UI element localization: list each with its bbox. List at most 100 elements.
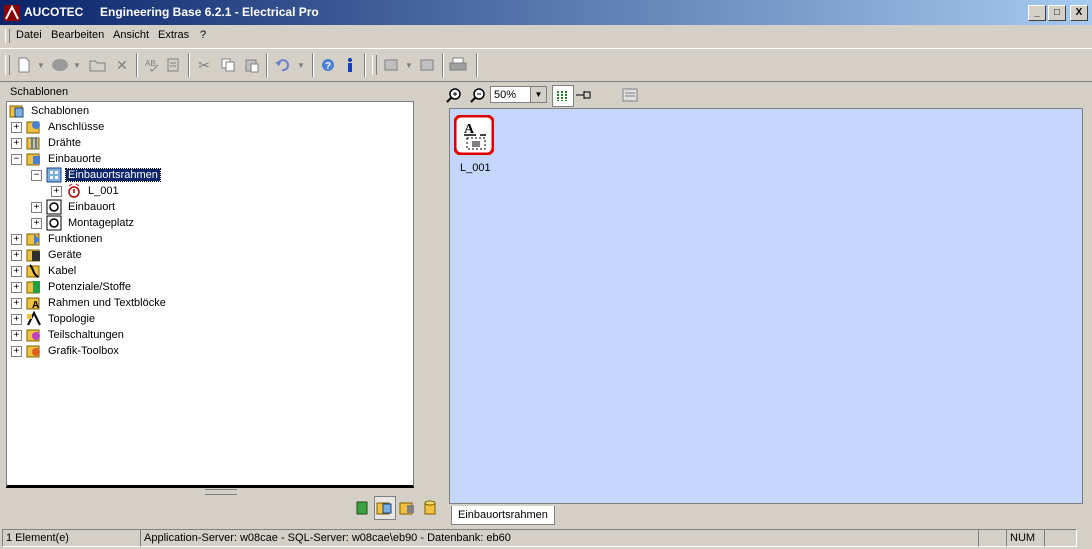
subcircuit-folder-icon (26, 329, 40, 342)
collapse-icon[interactable]: − (11, 153, 22, 165)
tree-item-rahmen[interactable]: + A Rahmen und Textblöcke (11, 295, 168, 311)
menu-extras[interactable]: Extras (158, 29, 189, 41)
toolbar-separator (312, 53, 314, 77)
svg-text:AB: AB (145, 59, 156, 68)
status-num: NUM (1006, 529, 1045, 547)
undo-icon[interactable] (272, 55, 292, 75)
tree-item-teilschaltungen[interactable]: + Teilschaltungen (11, 327, 126, 343)
maximize-button[interactable]: □ (1048, 5, 1066, 21)
tree-item-draehte[interactable]: + Drähte (11, 135, 83, 151)
svg-text:A: A (32, 300, 39, 311)
folder-root-icon (9, 105, 24, 118)
paste-icon[interactable] (242, 55, 262, 75)
tree-label: Montageplatz (68, 217, 135, 229)
tree-label: Geräte (48, 249, 82, 261)
expand-icon[interactable]: + (11, 313, 22, 325)
menu-bearbeiten[interactable]: Bearbeiten (51, 29, 104, 41)
revision-dropdown-arrow-icon[interactable]: ▼ (404, 55, 414, 75)
device-folder-icon (26, 249, 40, 262)
pane-splitter[interactable] (205, 489, 237, 495)
tree-item-anschluesse[interactable]: + Anschlüsse (11, 119, 106, 135)
tree-item-topologie[interactable]: + Topologie (11, 311, 97, 327)
menu-ansicht[interactable]: Ansicht (113, 29, 149, 41)
tree-item-einbauortsrahmen[interactable]: − Einbauortsrahmen (31, 167, 161, 183)
tree-item-funktionen[interactable]: + Funktionen (11, 231, 104, 247)
display-options-icon[interactable] (620, 85, 640, 105)
expand-icon[interactable]: + (11, 345, 22, 357)
zoom-value: 50% (494, 89, 517, 101)
expand-icon[interactable]: + (31, 201, 42, 213)
minimize-button[interactable]: _ (1028, 5, 1046, 21)
zoom-select[interactable]: 50% ▼ (490, 86, 547, 103)
folder-open-icon[interactable] (88, 55, 108, 75)
tree-item-kabel[interactable]: + Kabel (11, 263, 78, 279)
undo-dropdown-arrow-icon[interactable]: ▼ (296, 55, 306, 75)
expand-icon[interactable]: + (11, 329, 22, 341)
collapse-icon[interactable]: − (31, 169, 42, 181)
database-icon[interactable] (420, 497, 440, 519)
expand-icon[interactable]: + (51, 185, 62, 197)
delete-icon[interactable]: ✕ (112, 55, 132, 75)
new-dropdown-arrow-icon[interactable]: ▼ (36, 55, 46, 75)
tree-item-geraete[interactable]: + Geräte (11, 247, 84, 263)
grid-view-icon[interactable] (552, 85, 574, 107)
left-pane-header: Schablonen (10, 86, 69, 98)
menubar-grip[interactable] (5, 29, 10, 43)
print-icon[interactable] (448, 55, 468, 75)
tab-einbauortsrahmen[interactable]: Einbauortsrahmen (451, 506, 555, 525)
menu-help[interactable]: ? (200, 29, 206, 41)
tree-item-grafik-toolbox[interactable]: + Grafik-Toolbox (11, 343, 121, 359)
template-folder-icon[interactable] (374, 496, 396, 520)
dropdown-arrow-icon[interactable]: ▼ (530, 87, 546, 102)
tree-label: Teilschaltungen (48, 329, 124, 341)
title-bar: AUCOTEC Engineering Base 6.2.1 - Electri… (0, 0, 1092, 25)
project-folder-icon[interactable] (398, 497, 418, 519)
open-dropdown-arrow-icon[interactable]: ▼ (72, 55, 82, 75)
view-switcher (352, 494, 440, 522)
green-book-icon[interactable] (352, 497, 372, 519)
template-tree[interactable]: Schablonen + Anschlüsse + Drähte − Einba… (6, 101, 414, 488)
tree-label: Grafik-Toolbox (48, 345, 119, 357)
compare-icon[interactable] (418, 55, 438, 75)
expand-icon[interactable]: + (11, 297, 22, 309)
info-icon[interactable] (340, 55, 360, 75)
tree-label: Kabel (48, 265, 77, 277)
spellcheck-icon[interactable]: AB (142, 55, 162, 75)
expand-icon[interactable]: + (11, 265, 22, 277)
tree-item-l001[interactable]: + L_001 (51, 183, 121, 199)
template-item-l001[interactable]: A (453, 114, 495, 156)
expand-icon[interactable]: + (11, 249, 22, 261)
expand-icon[interactable]: + (11, 121, 22, 133)
close-button[interactable]: X (1070, 5, 1088, 21)
tree-label: Einbauort (68, 201, 116, 213)
tree-item-montageplatz[interactable]: + Montageplatz (31, 215, 136, 231)
pin-icon[interactable] (574, 85, 594, 105)
tree-item-einbauorte[interactable]: − Einbauorte (11, 151, 103, 167)
expand-icon[interactable]: + (11, 281, 22, 293)
new-icon[interactable] (14, 55, 34, 75)
tree-item-schablonen[interactable]: Schablonen (9, 103, 91, 119)
status-scroll (1044, 529, 1077, 547)
expand-icon[interactable]: + (11, 233, 22, 245)
zoom-out-icon[interactable] (468, 85, 488, 105)
toolbar-grip[interactable] (5, 55, 10, 75)
open-project-icon[interactable] (50, 55, 70, 75)
template-canvas[interactable]: A L_001 (449, 108, 1083, 504)
revision-icon[interactable] (382, 55, 402, 75)
menu-datei[interactable]: Datei (16, 29, 42, 41)
toolbar-separator (364, 53, 366, 77)
cut-icon[interactable]: ✂ (194, 55, 214, 75)
help-icon[interactable]: ? (318, 55, 338, 75)
tree-label: Anschlüsse (48, 121, 105, 133)
tree-item-potenziale[interactable]: + Potenziale/Stoffe (11, 279, 133, 295)
expand-icon[interactable]: + (31, 217, 42, 229)
expand-icon[interactable]: + (11, 137, 22, 149)
tree-item-einbauort[interactable]: + Einbauort (31, 199, 117, 215)
properties-icon[interactable] (164, 55, 184, 75)
tree-label: Topologie (48, 313, 96, 325)
frame-folder-icon: A (26, 297, 40, 311)
tree-label-selected: Einbauortsrahmen (65, 168, 161, 182)
copy-icon[interactable] (218, 55, 238, 75)
zoom-in-icon[interactable] (444, 85, 464, 105)
toolbar2-grip[interactable] (372, 55, 377, 75)
